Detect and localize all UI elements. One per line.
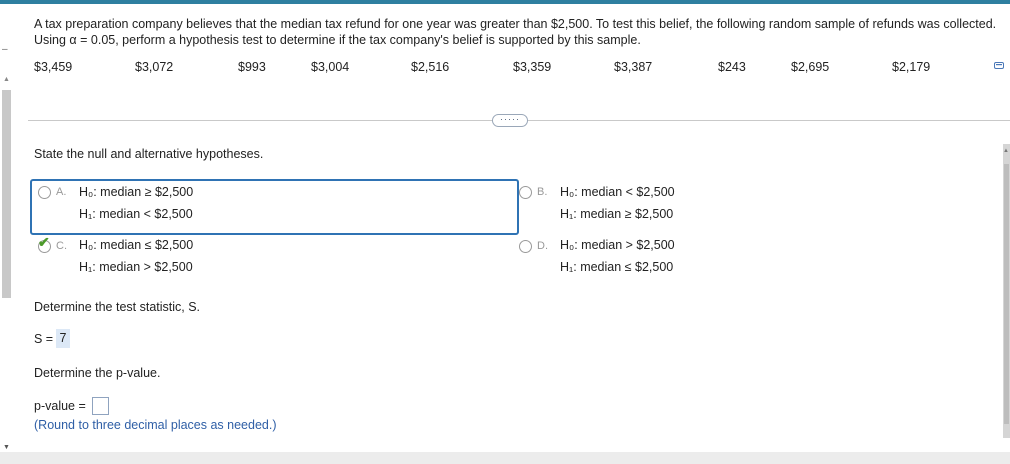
option-b-h0[interactable]: H₀: median < $2,500 bbox=[560, 185, 675, 199]
sample-values-row: $3,459 $3,072 $993 $3,004 $2,516 $3,359 … bbox=[0, 60, 1010, 76]
s-answer-box[interactable]: 7 bbox=[56, 329, 70, 348]
s-label: S = bbox=[34, 332, 54, 346]
bottom-strip bbox=[0, 452, 1010, 464]
option-a-h0[interactable]: H₀: median ≥ $2,500 bbox=[79, 185, 193, 199]
sample-value: $993 bbox=[238, 60, 266, 74]
option-d-h0[interactable]: H₀: median > $2,500 bbox=[560, 238, 675, 252]
sample-value: $2,516 bbox=[411, 60, 450, 74]
top-accent-bar bbox=[0, 0, 1010, 4]
option-a-letter: A. bbox=[56, 186, 67, 198]
option-d-letter: D. bbox=[537, 240, 548, 252]
expand-icon[interactable] bbox=[994, 62, 1004, 69]
p-value-prompt: Determine the p-value. bbox=[34, 366, 161, 380]
option-a-radio[interactable] bbox=[38, 186, 51, 199]
sample-value: $3,004 bbox=[311, 60, 350, 74]
test-statistic-prompt: Determine the test statistic, S. bbox=[34, 300, 201, 314]
scroll-down-arrow-icon[interactable]: ▼ bbox=[3, 444, 10, 451]
sample-value: $3,072 bbox=[135, 60, 174, 74]
sample-value: $2,179 bbox=[892, 60, 931, 74]
option-a-h1[interactable]: H₁: median < $2,500 bbox=[79, 207, 193, 221]
option-c-h1[interactable]: H₁: median > $2,500 bbox=[79, 260, 193, 274]
sample-value: $243 bbox=[718, 60, 746, 74]
sample-value: $3,359 bbox=[513, 60, 552, 74]
sample-value: $3,387 bbox=[614, 60, 653, 74]
checkmark-icon: ✔ bbox=[38, 234, 50, 250]
option-c-h0[interactable]: H₀: median ≤ $2,500 bbox=[79, 238, 193, 252]
collapse-dash-icon[interactable]: – bbox=[2, 44, 8, 55]
option-d-h1[interactable]: H₁: median ≤ $2,500 bbox=[560, 260, 673, 274]
hypotheses-prompt: State the null and alternative hypothese… bbox=[34, 147, 264, 161]
scroll-up-arrow-icon[interactable]: ▲ bbox=[3, 76, 10, 83]
sample-value: $2,695 bbox=[791, 60, 830, 74]
option-b-letter: B. bbox=[537, 186, 548, 198]
rounding-hint: (Round to three decimal places as needed… bbox=[34, 418, 277, 432]
p-value-input[interactable] bbox=[92, 397, 109, 415]
option-d-radio[interactable] bbox=[519, 240, 532, 253]
option-b-radio[interactable] bbox=[519, 186, 532, 199]
p-value-label: p-value = bbox=[34, 399, 86, 413]
sample-value: $3,459 bbox=[34, 60, 73, 74]
problem-statement: A tax preparation company believes that … bbox=[34, 17, 997, 47]
more-button[interactable]: ····· bbox=[492, 114, 528, 127]
right-scrollbar-thumb[interactable] bbox=[1004, 164, 1009, 424]
option-c-letter: C. bbox=[56, 240, 67, 252]
scrollbar-thumb[interactable] bbox=[2, 90, 11, 298]
option-b-h1[interactable]: H₁: median ≥ $2,500 bbox=[560, 207, 673, 221]
right-scroll-up-icon[interactable]: ▲ bbox=[1003, 148, 1009, 154]
